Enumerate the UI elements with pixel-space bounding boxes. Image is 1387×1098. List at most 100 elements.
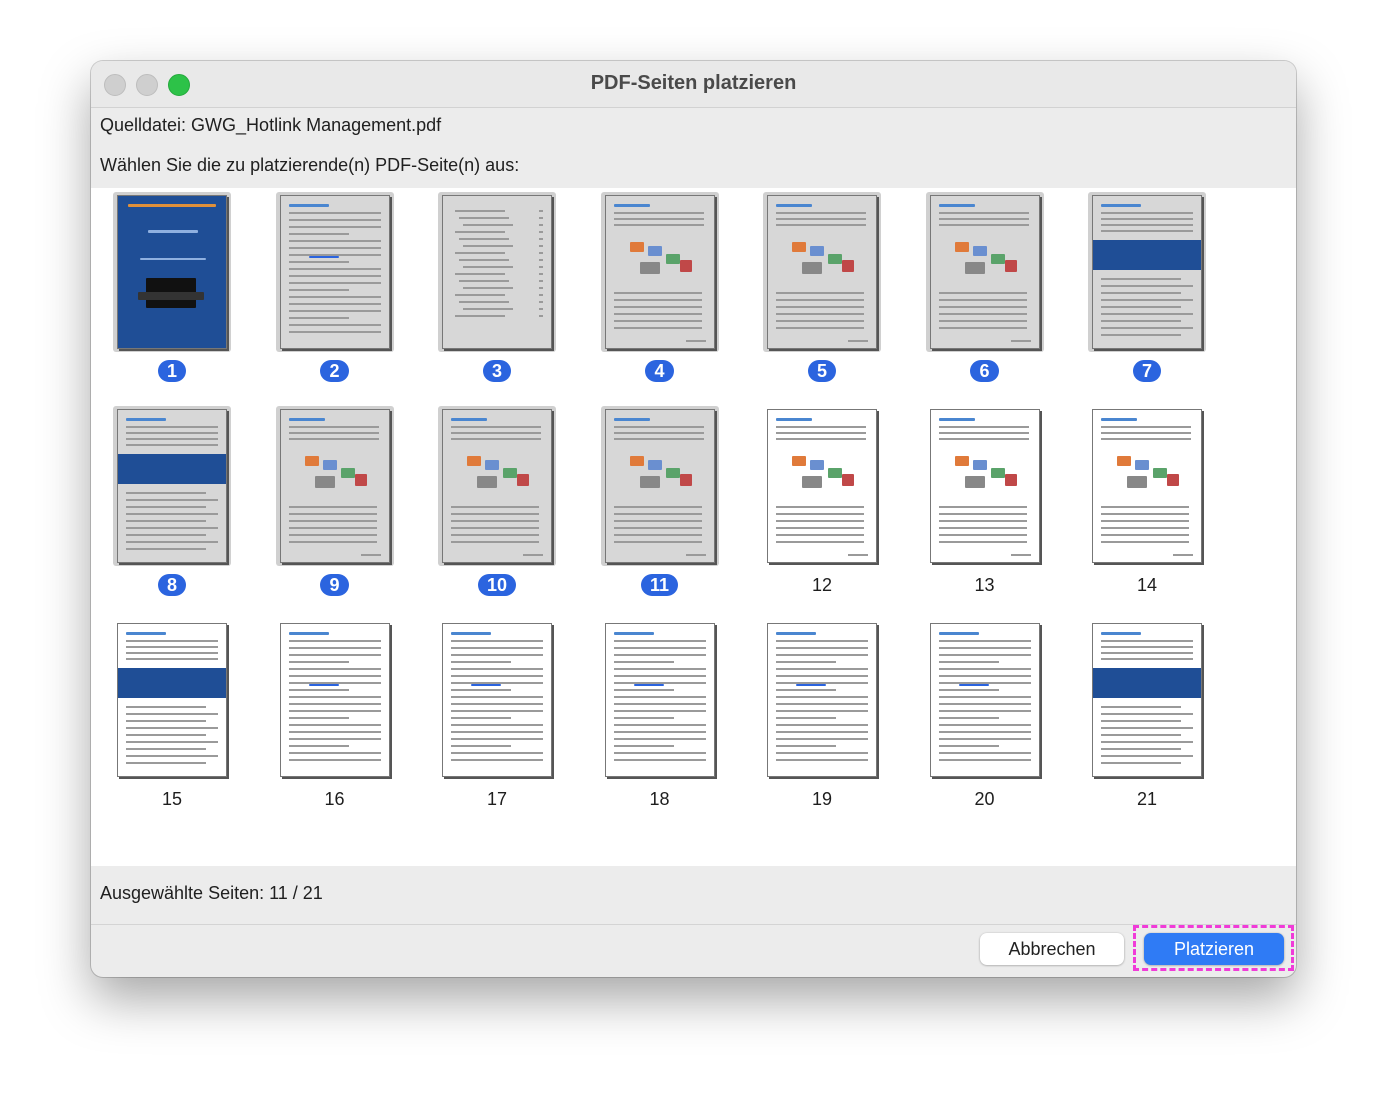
thumbnail-frame[interactable]	[438, 406, 556, 566]
thumbnail-frame[interactable]	[1088, 406, 1206, 566]
page-thumbnail-cell[interactable]: 11	[595, 402, 725, 612]
page-thumbnail-grid[interactable]: 1 2 3 4 5 6 7 8 9 10 11 12 13 14 15 16 17 18 19 20 21	[91, 188, 1296, 866]
text-line	[459, 217, 509, 219]
diagram-element	[304, 456, 319, 466]
page-thumbnail-cell[interactable]: 14	[1082, 402, 1212, 612]
page-preview[interactable]	[929, 409, 1040, 563]
page-preview[interactable]	[604, 195, 715, 349]
page-thumbnail-cell[interactable]: 7	[1082, 188, 1212, 398]
thumbnail-frame[interactable]	[438, 620, 556, 780]
thumbnail-frame[interactable]	[438, 192, 556, 352]
thumbnail-frame[interactable]	[275, 192, 394, 352]
text-line	[288, 268, 381, 270]
thumbnail-frame[interactable]	[275, 406, 394, 566]
text-line	[288, 324, 381, 326]
page-preview[interactable]	[442, 195, 552, 349]
thumbnail-frame[interactable]	[763, 620, 881, 780]
text-line	[126, 646, 218, 648]
diagram-element	[1004, 260, 1017, 272]
page-preview[interactable]	[1092, 623, 1202, 777]
page-preview[interactable]	[604, 409, 715, 563]
page-thumbnail-cell[interactable]: 6	[920, 188, 1050, 398]
page-preview[interactable]	[117, 623, 227, 777]
thumbnail-frame[interactable]	[926, 406, 1044, 566]
page-preview[interactable]	[767, 409, 877, 563]
page-preview[interactable]	[442, 409, 552, 563]
page-preview[interactable]	[929, 623, 1040, 777]
page-preview[interactable]	[279, 195, 390, 349]
text-line	[1101, 218, 1193, 220]
text-line	[776, 661, 836, 663]
diagram-element	[679, 260, 692, 272]
page-thumbnail-cell[interactable]: 18	[595, 616, 725, 826]
diagram-element	[322, 460, 337, 470]
page-thumbnail-cell[interactable]: 8	[107, 402, 237, 612]
text-line	[613, 731, 706, 733]
text-line	[126, 727, 218, 729]
text-line	[455, 315, 505, 317]
text-line	[126, 513, 218, 515]
select-pages-prompt: Wählen Sie die zu platzierende(n) PDF-Se…	[100, 155, 520, 175]
text-line	[1101, 306, 1181, 308]
thumbnail-frame[interactable]	[763, 406, 881, 566]
text-line	[126, 444, 218, 446]
page-thumbnail-cell[interactable]: 10	[432, 402, 562, 612]
page-thumbnail-cell[interactable]: 2	[270, 188, 400, 398]
thumbnail-frame[interactable]	[113, 406, 231, 566]
page-thumbnail-cell[interactable]: 12	[757, 402, 887, 612]
page-thumbnail-cell[interactable]: 19	[757, 616, 887, 826]
page-thumbnail-cell[interactable]: 1	[107, 188, 237, 398]
thumbnail-frame[interactable]	[1088, 620, 1206, 780]
page-thumbnail-cell[interactable]: 20	[920, 616, 1050, 826]
thumbnail-frame[interactable]	[601, 620, 719, 780]
text-line	[776, 506, 864, 508]
page-preview[interactable]	[1092, 409, 1202, 563]
diagram-element	[1004, 474, 1017, 486]
text-line	[613, 527, 702, 529]
page-thumbnail-cell[interactable]: 5	[757, 188, 887, 398]
text-line	[360, 554, 381, 556]
page-thumbnail-cell[interactable]: 15	[107, 616, 237, 826]
page-preview[interactable]	[929, 195, 1040, 349]
page-preview[interactable]	[279, 409, 390, 563]
text-line	[776, 745, 836, 747]
thumbnail-frame[interactable]	[276, 620, 394, 780]
text-line	[539, 294, 543, 296]
page-preview[interactable]	[279, 623, 390, 777]
thumbnail-frame[interactable]	[600, 406, 719, 566]
page-preview[interactable]	[117, 409, 227, 563]
page-preview[interactable]	[1092, 195, 1202, 349]
page-thumbnail-cell[interactable]: 21	[1082, 616, 1212, 826]
page-thumbnail-cell[interactable]: 3	[432, 188, 562, 398]
thumbnail-frame[interactable]	[113, 620, 231, 780]
thumbnail-frame[interactable]	[763, 192, 881, 352]
page-thumbnail-cell[interactable]: 17	[432, 616, 562, 826]
text-line	[539, 301, 543, 303]
page-thumbnail-cell[interactable]: 9	[270, 402, 400, 612]
text-line	[288, 275, 381, 277]
page-preview[interactable]	[442, 623, 552, 777]
thumbnail-frame[interactable]	[926, 620, 1044, 780]
page-thumbnail-cell[interactable]: 13	[920, 402, 1050, 612]
text-line	[288, 426, 379, 428]
thumbnail-frame[interactable]	[113, 192, 231, 352]
text-line	[288, 310, 381, 312]
thumbnail-frame[interactable]	[600, 192, 719, 352]
page-preview[interactable]	[117, 195, 227, 349]
text-line	[126, 748, 206, 750]
thumbnail-frame[interactable]	[925, 192, 1044, 352]
text-line	[455, 252, 505, 254]
page-number-label: 14	[1136, 575, 1158, 595]
page-number-label: 21	[1136, 789, 1158, 809]
cancel-button[interactable]: Abbrechen	[980, 933, 1124, 965]
text-line	[455, 294, 505, 296]
page-preview[interactable]	[604, 623, 715, 777]
thumbnail-frame[interactable]	[1088, 192, 1206, 352]
diagram-element	[972, 460, 987, 470]
page-preview[interactable]	[767, 195, 877, 349]
page-preview[interactable]	[767, 623, 877, 777]
page-thumbnail-cell[interactable]: 4	[595, 188, 725, 398]
text-line	[288, 303, 381, 305]
diagram-element	[796, 684, 826, 686]
page-thumbnail-cell[interactable]: 16	[270, 616, 400, 826]
